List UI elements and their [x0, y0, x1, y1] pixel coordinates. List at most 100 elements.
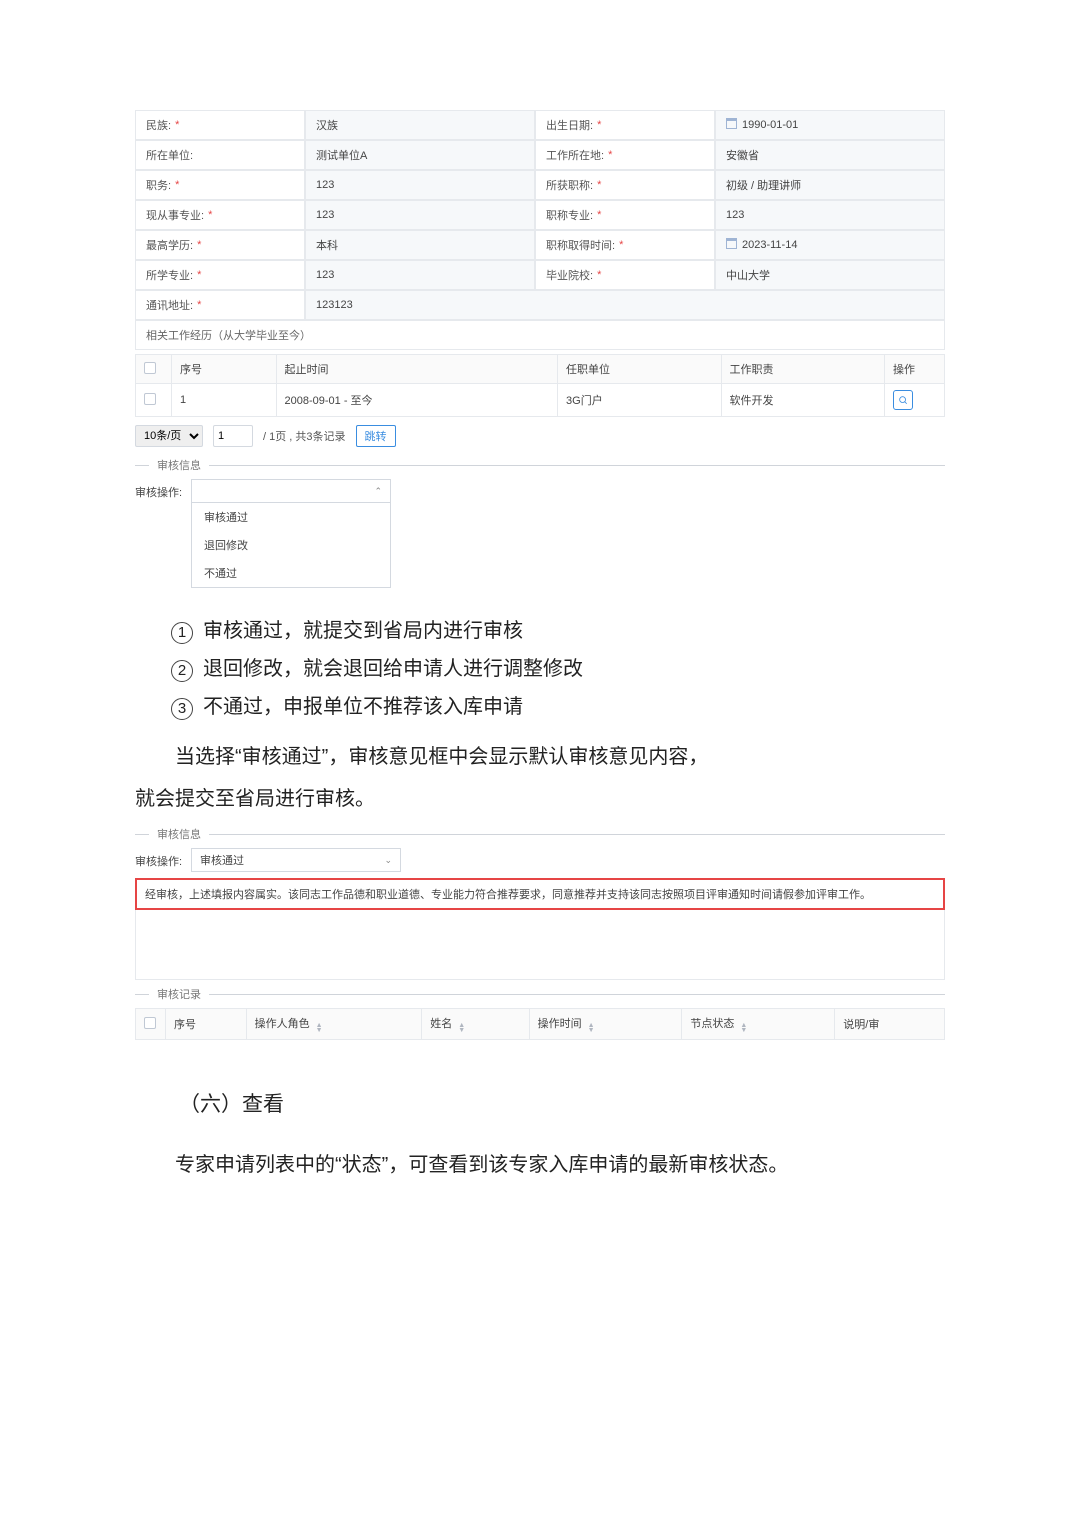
- col-time[interactable]: 操作时间▲▼: [529, 1009, 682, 1040]
- table-header-row: 序号 操作人角色▲▼ 姓名▲▼ 操作时间▲▼ 节点状态▲▼ 说明/审: [136, 1009, 945, 1040]
- row-checkbox[interactable]: [144, 393, 156, 405]
- col-role[interactable]: 操作人角色▲▼: [246, 1009, 422, 1040]
- form-label-2-a: 职务:*: [135, 170, 305, 200]
- form-label-0-a: 民族:*: [135, 110, 305, 140]
- form-label-3-b: 职称专业:*: [535, 200, 715, 230]
- page-size-select[interactable]: 10条/页: [135, 425, 203, 447]
- col-index: 序号: [166, 1009, 247, 1040]
- required-star: *: [175, 179, 179, 191]
- sort-icon: ▲▼: [458, 1023, 465, 1033]
- option-approve[interactable]: 审核通过: [192, 503, 390, 531]
- review-opinion-box[interactable]: 经审核，上述填报内容属实。该同志工作品德和职业道德、专业能力符合推荐要求，同意推…: [135, 878, 945, 910]
- col-status[interactable]: 节点状态▲▼: [682, 1009, 835, 1040]
- form-value-2-a: 123: [305, 170, 535, 200]
- option-reject[interactable]: 不通过: [192, 559, 390, 587]
- line-1: 审核通过，就提交到省局内进行审核: [203, 620, 523, 642]
- required-star: *: [619, 239, 623, 251]
- chevron-down-icon: ⌄: [384, 855, 392, 866]
- page-number-input[interactable]: [213, 425, 253, 447]
- form-label-4-a: 最高学历:*: [135, 230, 305, 260]
- review-op-dropdown: 审核通过 退回修改 不通过: [191, 503, 391, 588]
- section-title: 审核信息: [157, 457, 201, 473]
- applicant-form: 民族:*汉族出生日期:*1990-01-01 所在单位:测试单位A工作所在地:*安…: [135, 110, 945, 350]
- work-history-title: 相关工作经历（从大学毕业至今）: [135, 320, 945, 350]
- section-title: 审核信息: [157, 826, 201, 842]
- work-history-table: 序号 起止时间 任职单位 工作职责 操作 1 2008-09-01 - 至今 3…: [135, 354, 945, 417]
- form-label-3-a: 现从事专业:*: [135, 200, 305, 230]
- section-review-log: 审核记录: [135, 986, 945, 1002]
- review-op-label-2: 审核操作:: [135, 848, 185, 869]
- review-log-table: 序号 操作人角色▲▼ 姓名▲▼ 操作时间▲▼ 节点状态▲▼ 说明/审: [135, 1008, 945, 1040]
- cell-unit: 3G门户: [558, 384, 721, 417]
- form-value-0-a: 汉族: [305, 110, 535, 140]
- num-1: 1: [171, 622, 193, 644]
- pager: 10条/页 / 1页 , 共3条记录 跳转: [135, 425, 945, 447]
- col-action: 操作: [885, 355, 945, 384]
- required-star: *: [197, 269, 201, 281]
- view-icon[interactable]: [893, 390, 913, 410]
- heading-six-view: （六）查看: [179, 1082, 945, 1128]
- form-label-4-b: 职称取得时间:*: [535, 230, 715, 260]
- jump-button[interactable]: 跳转: [356, 425, 396, 447]
- paragraph-status: 专家申请列表中的“状态”，可查看到该专家入库申请的最新审核状态。: [135, 1144, 945, 1186]
- form-label-2-b: 所获职称:*: [535, 170, 715, 200]
- form-label-5-b: 毕业院校:*: [535, 260, 715, 290]
- option-return[interactable]: 退回修改: [192, 531, 390, 559]
- sort-icon: ▲▼: [740, 1023, 747, 1033]
- sort-icon: ▲▼: [316, 1023, 323, 1033]
- explanation-list: 1 审核通过，就提交到省局内进行审核 2 退回修改，就会退回给申请人进行调整修改 3…: [135, 612, 945, 726]
- form-value-4-a: 本科: [305, 230, 535, 260]
- form-value-1-a: 测试单位A: [305, 140, 535, 170]
- cell-range: 2008-09-01 - 至今: [276, 384, 558, 417]
- table-row: 1 2008-09-01 - 至今 3G门户 软件开发: [136, 384, 945, 417]
- required-star: *: [597, 119, 601, 131]
- calendar-icon: [726, 238, 742, 252]
- form-label-1-b: 工作所在地:*: [535, 140, 715, 170]
- col-duty: 工作职责: [721, 355, 885, 384]
- page-info: / 1页 , 共3条记录: [263, 428, 346, 444]
- line-2: 退回修改，就会退回给申请人进行调整修改: [203, 658, 583, 680]
- num-2: 2: [171, 660, 193, 682]
- form-value-4-b: 2023-11-14: [715, 230, 945, 260]
- form-value-0-b: 1990-01-01: [715, 110, 945, 140]
- review-operation-field-2: 审核操作: 审核通过 ⌄: [135, 848, 945, 872]
- form-value-address: 123123: [305, 290, 945, 320]
- section-title: 审核记录: [157, 986, 201, 1002]
- review-operation-field: 审核操作: ⌃ 审核通过 退回修改 不通过: [135, 479, 945, 588]
- col-range: 起止时间: [276, 355, 558, 384]
- calendar-icon: [726, 118, 742, 132]
- line-3: 不通过，申报单位不推荐该入库申请: [203, 696, 523, 718]
- review-op-select[interactable]: ⌃: [191, 479, 391, 503]
- required-star: *: [175, 119, 179, 131]
- form-label-0-b: 出生日期:*: [535, 110, 715, 140]
- sort-icon: ▲▼: [588, 1023, 595, 1033]
- paragraph-approve-1: 当选择“审核通过”，审核意见框中会显示默认审核意见内容，: [135, 736, 945, 778]
- section-review-info: 审核信息: [135, 457, 945, 473]
- col-note: 说明/审: [835, 1009, 945, 1040]
- col-unit: 任职单位: [558, 355, 721, 384]
- review-op-label: 审核操作:: [135, 479, 185, 500]
- opinion-extra-area: [135, 910, 945, 980]
- table-header-row: 序号 起止时间 任职单位 工作职责 操作: [136, 355, 945, 384]
- num-3: 3: [171, 698, 193, 720]
- section-review-info-2: 审核信息: [135, 826, 945, 842]
- form-label-1-a: 所在单位:: [135, 140, 305, 170]
- cell-index: 1: [172, 384, 277, 417]
- form-value-2-b: 初级 / 助理讲师: [715, 170, 945, 200]
- select-all-checkbox[interactable]: [144, 1017, 156, 1029]
- selected-value: 审核通过: [200, 852, 244, 868]
- required-star: *: [197, 239, 201, 251]
- cell-duty: 软件开发: [721, 384, 885, 417]
- select-all-checkbox[interactable]: [144, 362, 156, 374]
- col-index: 序号: [172, 355, 277, 384]
- required-star: *: [197, 299, 201, 311]
- form-label-5-a: 所学专业:*: [135, 260, 305, 290]
- required-star: *: [208, 209, 212, 221]
- form-label-address: 通讯地址:*: [135, 290, 305, 320]
- form-value-1-b: 安徽省: [715, 140, 945, 170]
- col-name[interactable]: 姓名▲▼: [422, 1009, 529, 1040]
- required-star: *: [608, 149, 612, 161]
- review-op-select-2[interactable]: 审核通过 ⌄: [191, 848, 401, 872]
- form-value-5-a: 123: [305, 260, 535, 290]
- form-value-5-b: 中山大学: [715, 260, 945, 290]
